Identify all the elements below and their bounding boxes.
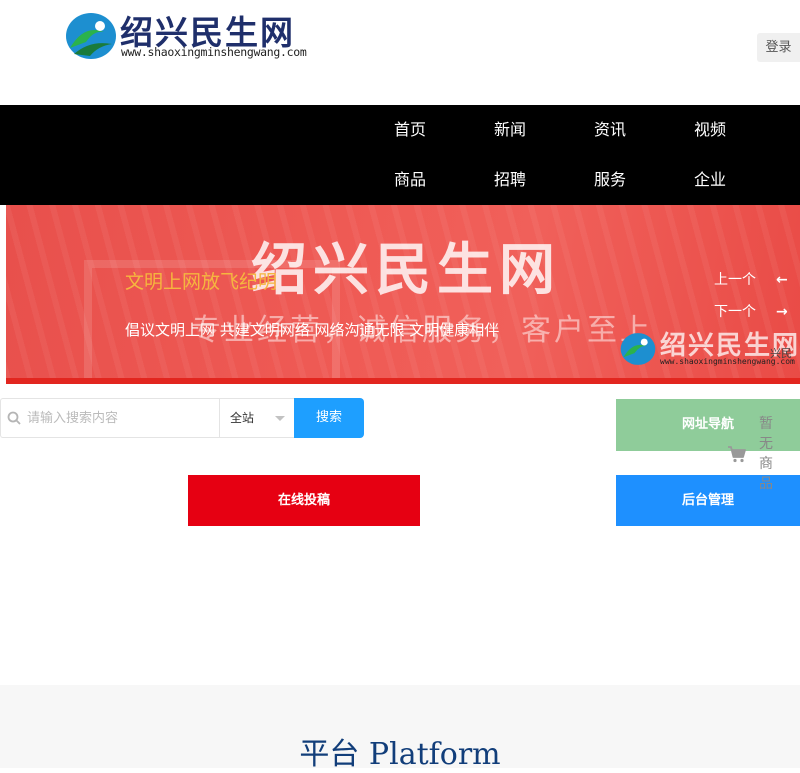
- nav-item-jobs[interactable]: 招聘: [480, 155, 540, 205]
- search-field: [0, 398, 220, 438]
- banner-subtitle: 倡议文明上网 共建文明网络 网络沟通无限 文明健康相伴: [125, 321, 500, 339]
- nav-item-home[interactable]: 首页: [380, 105, 440, 155]
- chevron-down-icon: [275, 416, 285, 421]
- search-scope-value: 全站: [230, 411, 255, 425]
- search-scope-select[interactable]: 全站: [219, 398, 295, 438]
- nav-item-video[interactable]: 视频: [680, 105, 740, 155]
- nav-item-services[interactable]: 服务: [580, 155, 640, 205]
- banner-prev-label: 上一个: [714, 272, 756, 288]
- platform-section: 平台 Platform: [0, 685, 800, 772]
- nav-item-companies[interactable]: 企业: [680, 155, 740, 205]
- arrow-right-icon: →: [776, 304, 788, 320]
- search-icon: [7, 411, 21, 425]
- banner-slider[interactable]: 绍兴民生网 专业经营，诚信服务，客户至上 绍兴民生网 www.shaoxingm…: [6, 205, 800, 384]
- cart-icon[interactable]: [727, 444, 747, 464]
- nav-item-info[interactable]: 资讯: [580, 105, 640, 155]
- site-logo[interactable]: 绍兴民生网 www.shaoxingminshengwang.com: [64, 8, 307, 64]
- search-input[interactable]: [27, 399, 217, 437]
- search-button[interactable]: 搜索: [294, 398, 364, 438]
- header: 绍兴民生网 www.shaoxingminshengwang.com 登录: [0, 0, 800, 105]
- login-button[interactable]: 登录: [757, 33, 800, 62]
- banner-logo-mark-icon: [620, 333, 656, 365]
- logo-mark-icon: [66, 13, 116, 59]
- banner-next-label: 下一个: [714, 304, 756, 320]
- banner-bottom-bar: [6, 378, 800, 384]
- nav-item-news[interactable]: 新闻: [480, 105, 540, 155]
- banner-next-button[interactable]: 下一个 →: [714, 301, 788, 321]
- submit-article-button[interactable]: 在线投稿: [188, 475, 420, 526]
- cart-empty-text: 暂无商品: [759, 416, 773, 492]
- banner-bg-title: 绍兴民生网: [251, 238, 561, 303]
- banner-headline[interactable]: 文明上网放飞纪明: [125, 267, 277, 294]
- logo-url: www.shaoxingminshengwang.com: [121, 45, 307, 59]
- search-bar: 全站 搜索: [0, 398, 364, 438]
- nav-item-products[interactable]: 商品: [380, 155, 440, 205]
- arrow-left-icon: ←: [776, 272, 788, 288]
- banner-next-slide-peek: 兴民: [770, 347, 792, 360]
- platform-title: 平台 Platform: [299, 737, 501, 772]
- banner-prev-button[interactable]: 上一个 ←: [714, 269, 788, 289]
- main-nav: 首页 新闻 资讯 视频 商品 招聘 服务 企业: [0, 105, 800, 205]
